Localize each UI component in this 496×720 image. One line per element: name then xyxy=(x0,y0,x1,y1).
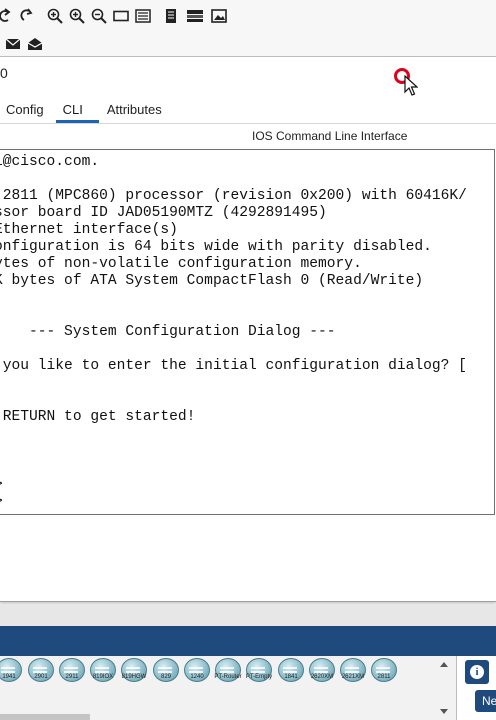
section-title: IOS Command Line Interface xyxy=(252,129,408,143)
device-label: 2811 xyxy=(377,674,391,680)
device-router-2621xm[interactable]: 2621XM xyxy=(338,656,368,686)
rectangle-icon[interactable] xyxy=(110,5,132,27)
image-icon[interactable] xyxy=(208,5,230,27)
tab-bar: Config CLI Attributes xyxy=(0,97,168,123)
console-line: Ethernet interface(s) xyxy=(0,222,178,238)
device-router-829[interactable]: 829 xyxy=(151,656,181,686)
next-button[interactable]: Ne xyxy=(475,690,496,712)
device-router-1240[interactable]: 1240 xyxy=(182,656,212,686)
console-line: --- System Configuration Dialog --- xyxy=(0,324,336,340)
device-router-1941[interactable]: 1941 xyxy=(0,656,24,686)
scroll-up-icon[interactable] xyxy=(440,662,448,667)
main-toolbar xyxy=(0,0,496,32)
console-line: 2811 (MPC860) processor (revision 0x200)… xyxy=(0,188,467,204)
device-router-819iox[interactable]: 819IOX xyxy=(88,656,118,686)
device-category-bar xyxy=(0,626,496,656)
info-button[interactable]: i xyxy=(465,660,489,684)
console-line: ytes of non-volatile configuration memor… xyxy=(0,256,362,272)
device-stack-icon[interactable] xyxy=(182,5,208,27)
console-line: > xyxy=(0,477,3,494)
console-line: you like to enter the initial configurat… xyxy=(0,358,467,374)
console-line: RETURN to get started! xyxy=(0,409,196,425)
tab-attributes[interactable]: Attributes xyxy=(101,102,168,123)
zoom-in-icon[interactable] xyxy=(44,5,66,27)
redo-icon[interactable] xyxy=(16,5,38,27)
console-line: K bytes of ATA System CompactFlash 0 (Re… xyxy=(0,273,424,289)
tab-cli[interactable]: CLI xyxy=(54,102,101,123)
open-mail-icon[interactable] xyxy=(24,33,46,55)
console-line: > xyxy=(0,494,3,511)
info-side-panel: i Ne xyxy=(456,656,496,720)
device-router-819hgw[interactable]: 819HGW xyxy=(119,656,149,686)
scroll-down-icon[interactable] xyxy=(440,709,448,714)
device-router-1841[interactable]: 1841 xyxy=(276,656,306,686)
console-line: ssor board ID JAD05190MTZ (4292891495) xyxy=(0,205,327,221)
workspace-band xyxy=(0,604,496,627)
mouse-pointer-icon xyxy=(404,75,418,96)
zoom-out-icon[interactable] xyxy=(88,5,110,27)
device-router-2901[interactable]: 2901 xyxy=(26,656,56,686)
device-router-pt-empty[interactable]: PT-Empty xyxy=(244,656,274,686)
horizontal-scrollbar[interactable] xyxy=(0,714,90,720)
device-window: 0 Config CLI Attributes IOS Command Line… xyxy=(0,56,496,602)
cli-console[interactable]: l@cisco.com. 2811 (MPC860) processor (re… xyxy=(0,149,495,515)
mail-icon[interactable] xyxy=(2,33,24,55)
zoom-in-alt-icon[interactable] xyxy=(66,5,88,27)
device-list-panel: 1941 2901 2911 819IOX 819HGW 829 1240 PT… xyxy=(0,656,496,720)
tab-config[interactable]: Config xyxy=(0,102,50,123)
vertical-scrollbar[interactable] xyxy=(440,662,448,714)
device-router-2620xm[interactable]: 2620XM xyxy=(307,656,337,686)
device-router-pt[interactable]: PT-Router xyxy=(213,656,243,686)
document-icon[interactable] xyxy=(160,5,182,27)
tab-divider xyxy=(0,123,496,124)
device-router-2911[interactable]: 2911 xyxy=(57,656,87,686)
info-icon: i xyxy=(470,665,484,679)
secondary-toolbar xyxy=(0,32,496,56)
console-line: l@cisco.com. xyxy=(0,154,100,170)
device-router-2811[interactable]: 2811 xyxy=(369,656,399,686)
console-line: onfiguration is 64 bits wide with parity… xyxy=(0,239,432,255)
undo-icon[interactable] xyxy=(0,5,16,27)
palette-icon[interactable] xyxy=(132,5,154,27)
window-title: 0 xyxy=(0,65,8,81)
